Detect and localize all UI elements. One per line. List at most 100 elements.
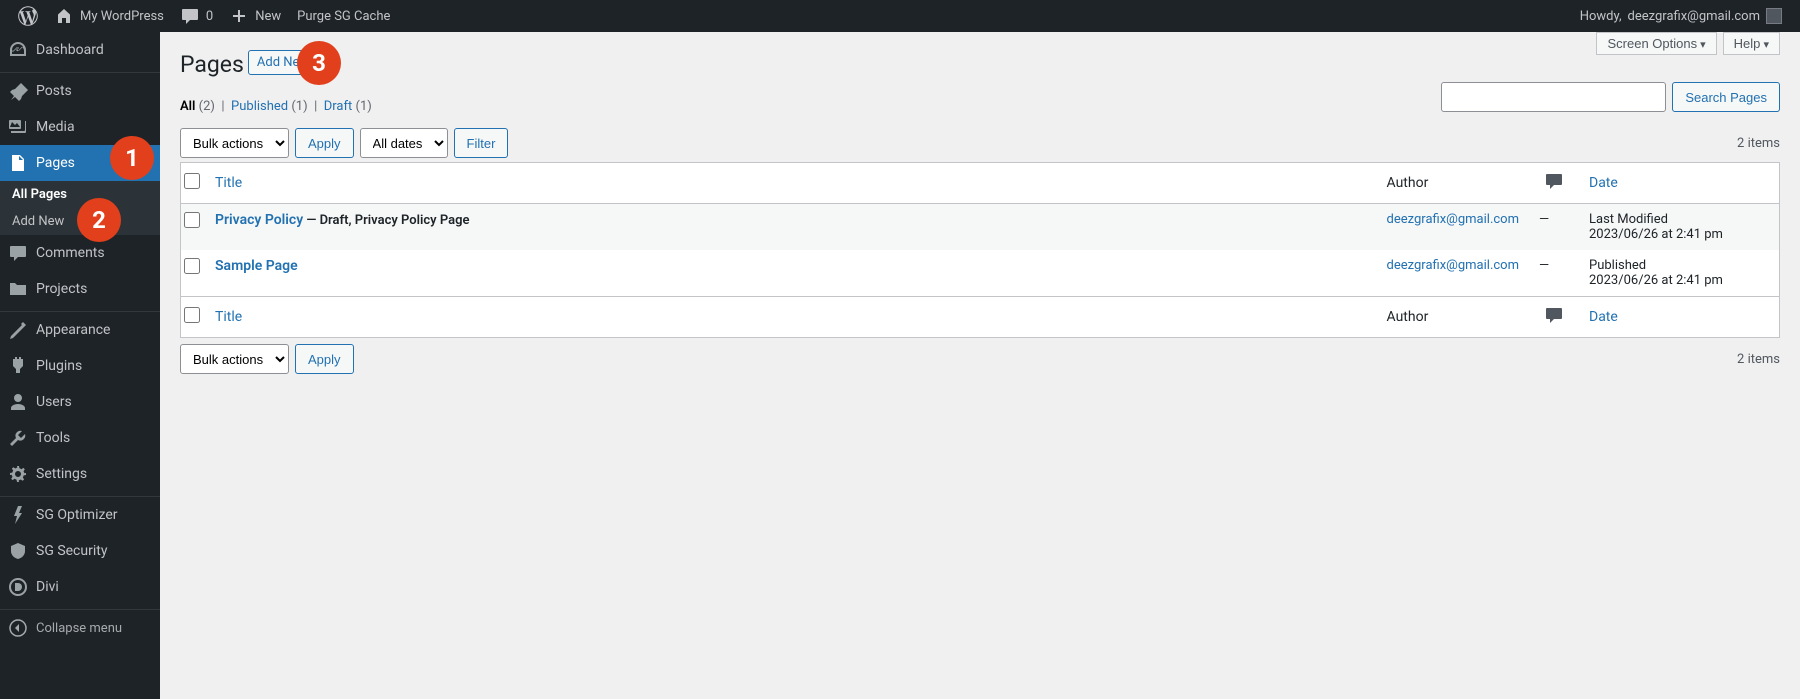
row-author-link[interactable]: deezgrafix@gmail.com <box>1387 258 1519 273</box>
purge-cache-label: Purge SG Cache <box>297 9 390 24</box>
plus-icon <box>229 6 249 26</box>
menu-appearance[interactable]: Appearance <box>0 312 160 348</box>
bulk-actions-select-bottom[interactable]: Bulk actions <box>180 344 289 374</box>
filter-published-link[interactable]: Published <box>231 99 291 114</box>
col-comments-footer[interactable] <box>1529 296 1579 337</box>
new-label: New <box>255 9 281 24</box>
table-row: Sample Page deezgrafix@gmail.com — Publi… <box>181 250 1779 296</box>
menu-users-label: Users <box>36 394 72 410</box>
row-title-link[interactable]: Sample Page <box>215 258 298 274</box>
row-checkbox[interactable] <box>184 258 200 274</box>
apply-button-bottom[interactable] <box>295 344 354 374</box>
col-title-footer[interactable]: Title <box>215 309 242 325</box>
user-avatar-icon <box>1766 8 1782 24</box>
pin-icon <box>8 81 28 101</box>
toolbar-site-name[interactable]: My WordPress <box>46 0 172 32</box>
menu-posts[interactable]: Posts <box>0 73 160 109</box>
comment-bubble-icon <box>1544 171 1564 191</box>
menu-settings-label: Settings <box>36 466 87 482</box>
col-author-header: Author <box>1377 163 1529 204</box>
search-input[interactable] <box>1441 82 1666 112</box>
menu-comments-label: Comments <box>36 245 105 261</box>
filter-all-count: (2) <box>199 99 215 114</box>
tools-icon <box>8 428 28 448</box>
sg-optimizer-icon <box>8 505 28 525</box>
tablenav-top: Bulk actions All dates 2 items <box>180 128 1780 158</box>
users-icon <box>8 392 28 412</box>
select-all-top[interactable] <box>184 173 200 189</box>
menu-tools[interactable]: Tools <box>0 420 160 456</box>
comment-bubble-icon <box>1544 305 1564 325</box>
menu-settings[interactable]: Settings <box>0 456 160 492</box>
projects-icon <box>8 279 28 299</box>
filter-draft-count: (1) <box>356 99 372 114</box>
select-all-bottom[interactable] <box>184 307 200 323</box>
menu-users[interactable]: Users <box>0 384 160 420</box>
home-icon <box>54 6 74 26</box>
row-date-status: Last Modified <box>1589 212 1769 227</box>
toolbar-howdy[interactable]: Howdy, deezgrafix@gmail.com <box>1572 0 1790 32</box>
submenu-all-pages[interactable]: All Pages <box>0 181 160 208</box>
menu-dashboard[interactable]: Dashboard <box>0 32 160 68</box>
toolbar-comments[interactable]: 0 <box>172 0 221 32</box>
tablenav-bottom: Bulk actions 2 items <box>180 344 1780 374</box>
admin-sidebar: Dashboard Posts Media Pages All Pages Ad… <box>0 32 160 699</box>
col-date-footer[interactable]: Date <box>1589 309 1618 325</box>
pages-table: Title Author Date Privacy Policy — Draft… <box>180 162 1780 338</box>
col-comments-header[interactable] <box>1529 163 1579 204</box>
row-post-state: — Draft, Privacy Policy Page <box>303 213 469 228</box>
bulk-actions-select-top[interactable]: Bulk actions <box>180 128 289 158</box>
toolbar-purge-cache[interactable]: Purge SG Cache <box>289 0 398 32</box>
menu-divi-label: Divi <box>36 579 59 595</box>
items-count-top: 2 items <box>1737 136 1780 151</box>
status-filter-links: All (2) | Published (1) | Draft (1) <box>180 99 372 114</box>
howdy-prefix: Howdy, <box>1580 9 1622 24</box>
menu-plugins[interactable]: Plugins <box>0 348 160 384</box>
collapse-icon <box>8 618 28 638</box>
collapse-menu-label: Collapse menu <box>36 621 122 636</box>
menu-tools-label: Tools <box>36 430 70 446</box>
row-checkbox[interactable] <box>184 212 200 228</box>
menu-projects[interactable]: Projects <box>0 271 160 307</box>
plugins-icon <box>8 356 28 376</box>
collapse-menu[interactable]: Collapse menu <box>0 610 160 646</box>
menu-sg-security-label: SG Security <box>36 543 107 559</box>
menu-sg-security[interactable]: SG Security <box>0 533 160 569</box>
filter-all-link[interactable]: All <box>180 99 199 114</box>
row-date-status: Published <box>1589 258 1769 273</box>
col-author-footer: Author <box>1377 296 1529 337</box>
filter-button[interactable] <box>454 128 509 158</box>
row-author-link[interactable]: deezgrafix@gmail.com <box>1387 212 1519 227</box>
menu-posts-label: Posts <box>36 83 72 99</box>
row-date-value: 2023/06/26 at 2:41 pm <box>1589 227 1723 242</box>
media-icon <box>8 117 28 137</box>
filter-draft-link[interactable]: Draft <box>324 99 356 114</box>
content-area: Screen Options Help Pages Add New All (2… <box>160 32 1800 699</box>
row-date-value: 2023/06/26 at 2:41 pm <box>1589 273 1723 288</box>
site-name-label: My WordPress <box>80 9 164 24</box>
menu-comments[interactable]: Comments <box>0 235 160 271</box>
admin-toolbar: My WordPress 0 New Purge SG Cache Howdy,… <box>0 0 1800 32</box>
page-icon <box>8 153 28 173</box>
appearance-icon <box>8 320 28 340</box>
table-row: Privacy Policy — Draft, Privacy Policy P… <box>181 204 1779 250</box>
wp-logo-menu[interactable] <box>10 0 46 32</box>
divi-icon <box>8 577 28 597</box>
apply-button-top[interactable] <box>295 128 354 158</box>
callout-badge-1: 1 <box>110 136 154 180</box>
menu-media-label: Media <box>36 119 75 135</box>
comments-menu-icon <box>8 243 28 263</box>
col-date-header[interactable]: Date <box>1589 175 1618 191</box>
search-button[interactable] <box>1672 82 1780 112</box>
menu-plugins-label: Plugins <box>36 358 82 374</box>
row-comments: — <box>1529 204 1579 250</box>
page-title: Pages <box>180 42 244 82</box>
menu-divi[interactable]: Divi <box>0 569 160 605</box>
dates-filter-select[interactable]: All dates <box>360 128 448 158</box>
menu-sg-optimizer[interactable]: SG Optimizer <box>0 497 160 533</box>
row-title-link[interactable]: Privacy Policy <box>215 212 303 228</box>
col-title-header[interactable]: Title <box>215 175 242 191</box>
menu-appearance-label: Appearance <box>36 322 110 338</box>
toolbar-new[interactable]: New <box>221 0 289 32</box>
dashboard-icon <box>8 40 28 60</box>
